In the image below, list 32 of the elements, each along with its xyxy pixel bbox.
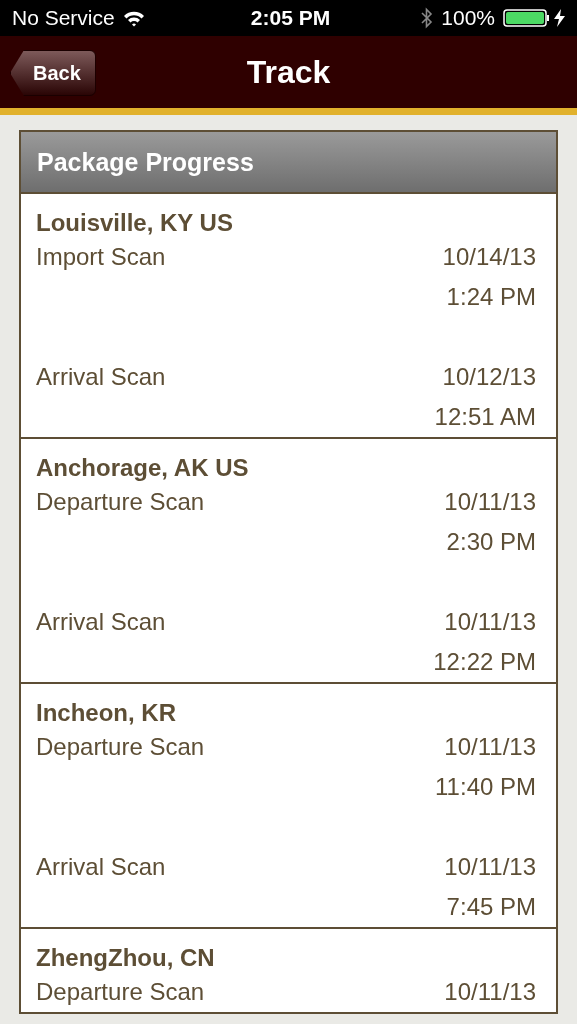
scan-label: Arrival Scan [36, 608, 166, 636]
location-name: Anchorage, AK US [36, 454, 250, 482]
scan-date: 10/11/13 [444, 488, 536, 516]
scan-time: 12:22 PM [433, 648, 536, 676]
carrier-text: No Service [12, 6, 115, 30]
scan-label: Arrival Scan [36, 853, 166, 881]
scan-label: Import Scan [36, 243, 166, 271]
scan-label: Departure Scan [36, 488, 205, 516]
bluetooth-icon [421, 7, 434, 29]
scan-label: Arrival Scan [36, 363, 166, 391]
scan-date: 10/11/13 [444, 853, 536, 881]
page-title: Track [246, 53, 331, 91]
scan-date: 10/11/13 [444, 733, 536, 761]
wifi-icon [122, 9, 145, 27]
scan-date: 10/11/13 [444, 608, 536, 636]
scan-time: 11:40 PM [435, 773, 536, 801]
back-button[interactable]: Back [10, 50, 96, 96]
location-name: Incheon, KR [36, 699, 177, 727]
card-title: Package Progress [37, 147, 254, 177]
location-name: Louisville, KY US [36, 209, 234, 237]
scan-date: 10/12/13 [442, 363, 536, 391]
scan-time: 1:24 PM [446, 283, 536, 311]
battery-text: 100% [441, 6, 495, 30]
scan-date: 10/11/13 [444, 978, 536, 1006]
location-name: ZhengZhou, CN [36, 944, 216, 972]
clock-text: 2:05 PM [250, 6, 331, 30]
scan-label: Departure Scan [36, 978, 205, 1006]
scan-time: 7:45 PM [446, 893, 536, 921]
scan-time: 2:30 PM [446, 528, 536, 556]
scan-label: Departure Scan [36, 733, 205, 761]
scan-date: 10/14/13 [442, 243, 536, 271]
scan-time: 12:51 AM [434, 403, 536, 431]
